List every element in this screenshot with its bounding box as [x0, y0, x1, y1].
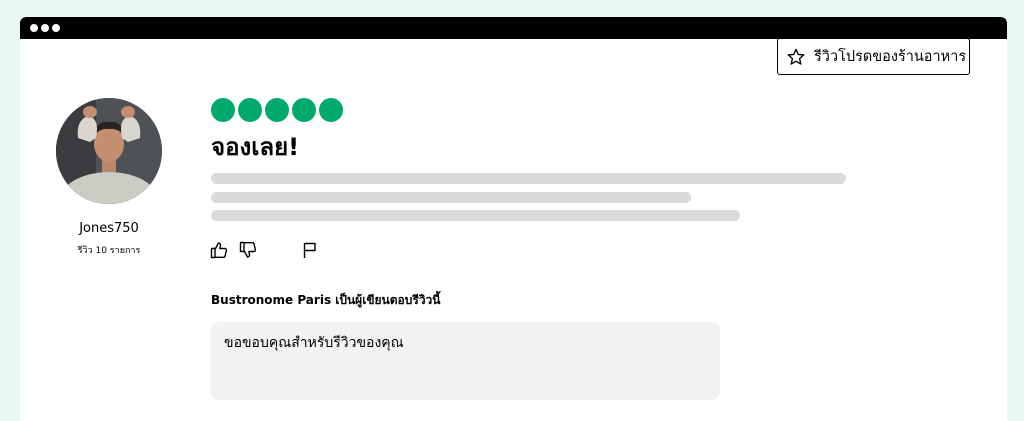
owner-response-text: ขอขอบคุณสำหรับรีวิวของคุณ [224, 335, 404, 351]
rating-bubbles [211, 98, 343, 122]
rating-bubble-icon [238, 98, 262, 122]
favorite-review-label: รีวิวโปรดของร้านอาหาร [814, 49, 967, 65]
reviewer-review-count: รีวิว 10 รายการ [77, 246, 141, 256]
favorite-review-button[interactable]: รีวิวโปรดของร้านอาหาร [777, 38, 970, 75]
flag-icon [303, 242, 316, 258]
avatar-photo [56, 98, 162, 204]
owner-response-title: Bustronome Paris เป็นผู้เขียนตอบรีวิวนี้ [211, 293, 441, 307]
window-titlebar [20, 17, 1007, 39]
thumbs-down-icon [239, 241, 257, 258]
review-text-placeholder-line [211, 192, 691, 203]
window-dot-icon [41, 24, 49, 32]
reviewer-username[interactable]: Jones750 [56, 221, 162, 236]
not-helpful-button[interactable] [238, 240, 258, 260]
helpful-button[interactable] [209, 240, 229, 260]
star-outline-icon [787, 48, 805, 65]
rating-bubble-icon [265, 98, 289, 122]
window-dot-icon [52, 24, 60, 32]
window-dot-icon [30, 24, 38, 32]
owner-response-box: ขอขอบคุณสำหรับรีวิวของคุณ [211, 322, 720, 400]
rating-bubble-icon [319, 98, 343, 122]
review-text-placeholder-line [211, 173, 846, 184]
review-title: จองเลย! [211, 133, 300, 161]
report-button[interactable] [300, 240, 320, 260]
review-text-placeholder-line [211, 210, 740, 221]
rating-bubble-icon [211, 98, 235, 122]
browser-window: รีวิวโปรดของร้านอาหาร Jones750 รีวิว 10 … [20, 17, 1007, 421]
thumbs-up-icon [210, 242, 228, 259]
rating-bubble-icon [292, 98, 316, 122]
avatar[interactable] [56, 98, 162, 204]
